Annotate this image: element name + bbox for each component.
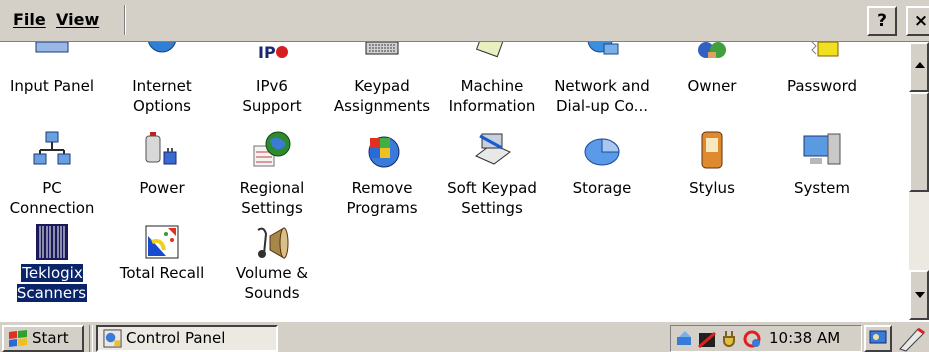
- item-keypad-assignments[interactable]: Keypad Assignments: [330, 42, 434, 122]
- item-soft-keypad-settings[interactable]: Soft Keypad Settings: [440, 130, 544, 222]
- stylus-icon: [692, 130, 732, 170]
- input-panel-pen-icon[interactable]: [896, 325, 929, 352]
- system-icon: [802, 130, 842, 170]
- svg-text:IP: IP: [258, 43, 276, 60]
- item-volume-sounds[interactable]: Volume & Sounds: [220, 222, 324, 320]
- item-power[interactable]: Power: [110, 130, 214, 222]
- sync-tray-icon[interactable]: [742, 329, 762, 349]
- machine-information-icon: [472, 42, 512, 60]
- scroll-thumb[interactable]: [909, 92, 929, 192]
- item-label: Regional Settings: [239, 179, 305, 217]
- item-label: Storage: [572, 179, 632, 197]
- taskbar-window-label: Control Panel: [126, 329, 226, 347]
- show-desktop-button[interactable]: [864, 325, 892, 352]
- item-teklogix-scanners[interactable]: Teklogix Scanners: [0, 222, 104, 320]
- arrow-down-icon: [915, 292, 925, 298]
- system-tray: 10:38 AM: [670, 325, 862, 352]
- close-button[interactable]: ×: [906, 6, 929, 36]
- item-label: Volume & Sounds: [235, 264, 309, 302]
- power-plug-tray-icon[interactable]: [720, 329, 740, 349]
- view-menu[interactable]: View: [56, 10, 99, 29]
- item-ipv6-support[interactable]: IP IPv6 Support: [220, 42, 324, 122]
- windows-flag-icon: [9, 330, 27, 347]
- item-total-recall[interactable]: Total Recall: [110, 222, 214, 320]
- soft-keypad-icon: [472, 130, 512, 170]
- help-button[interactable]: ?: [867, 6, 897, 36]
- clock: 10:38 AM: [769, 329, 841, 347]
- desktop-icon: [869, 330, 887, 344]
- item-label: System: [794, 179, 850, 197]
- item-password[interactable]: Password: [770, 42, 874, 122]
- keypad-icon: [362, 42, 402, 60]
- taskbar: Start Control Panel 10:38 AM: [0, 320, 929, 352]
- storage-icon: [582, 130, 622, 170]
- item-input-panel[interactable]: Input Panel: [0, 42, 104, 122]
- taskbar-separator: [89, 325, 93, 352]
- item-label: Password: [786, 77, 858, 95]
- item-label: Input Panel: [9, 77, 95, 95]
- item-label: Owner: [687, 77, 737, 95]
- internet-options-icon: [142, 42, 182, 60]
- item-label: Teklogix Scanners: [15, 263, 89, 303]
- item-label: Machine Information: [448, 77, 536, 115]
- scroll-down-button[interactable]: [909, 270, 929, 320]
- item-owner[interactable]: Owner: [660, 42, 764, 122]
- control-panel-view: Input Panel Internet Options IP IPv6 Sup…: [0, 42, 909, 320]
- item-label: PC Connection: [9, 179, 95, 217]
- control-panel-icon: [103, 329, 122, 348]
- file-menu[interactable]: File: [13, 10, 46, 29]
- item-machine-information[interactable]: Machine Information: [440, 42, 544, 122]
- item-label: IPv6 Support: [242, 77, 302, 115]
- item-regional-settings[interactable]: Regional Settings: [220, 130, 324, 222]
- item-stylus[interactable]: Stylus: [660, 130, 764, 222]
- item-label: Keypad Assignments: [333, 77, 431, 115]
- input-panel-icon: [32, 42, 72, 60]
- item-label: Soft Keypad Settings: [447, 179, 537, 217]
- pc-connection-icon: [32, 130, 72, 170]
- item-label: Network and Dial-up Co...: [554, 77, 650, 115]
- start-label: Start: [32, 329, 69, 347]
- owner-icon: [692, 42, 732, 60]
- item-internet-options[interactable]: Internet Options: [110, 42, 214, 122]
- power-icon: [142, 130, 182, 170]
- item-label: Internet Options: [132, 77, 192, 115]
- item-label: Remove Programs: [346, 179, 418, 217]
- item-system[interactable]: System: [770, 130, 874, 222]
- item-label: Total Recall: [119, 264, 205, 282]
- menu-bar: File View ? ×: [0, 0, 929, 42]
- regional-settings-icon: [252, 130, 292, 170]
- total-recall-icon: [142, 222, 182, 262]
- scanner-barcode-icon: [32, 222, 72, 262]
- item-network-dialup[interactable]: Network and Dial-up Co...: [550, 42, 654, 122]
- volume-sounds-icon: [252, 222, 292, 262]
- item-label: Power: [139, 179, 185, 197]
- battery-warning-tray-icon[interactable]: [697, 329, 717, 349]
- network-tray-icon[interactable]: [675, 329, 695, 349]
- password-icon: [802, 42, 842, 60]
- start-button[interactable]: Start: [2, 325, 84, 352]
- taskbar-control-panel-button[interactable]: Control Panel: [96, 325, 278, 352]
- network-icon: [582, 42, 622, 60]
- menu-separator: [124, 5, 126, 35]
- remove-programs-icon: [362, 130, 402, 170]
- scroll-up-button[interactable]: [909, 42, 929, 92]
- item-label: Stylus: [689, 179, 735, 197]
- ipv6-support-icon: IP: [252, 42, 292, 60]
- item-remove-programs[interactable]: Remove Programs: [330, 130, 434, 222]
- vertical-scrollbar[interactable]: [909, 42, 929, 320]
- item-storage[interactable]: Storage: [550, 130, 654, 222]
- arrow-up-icon: [915, 62, 925, 68]
- item-pc-connection[interactable]: PC Connection: [0, 130, 104, 222]
